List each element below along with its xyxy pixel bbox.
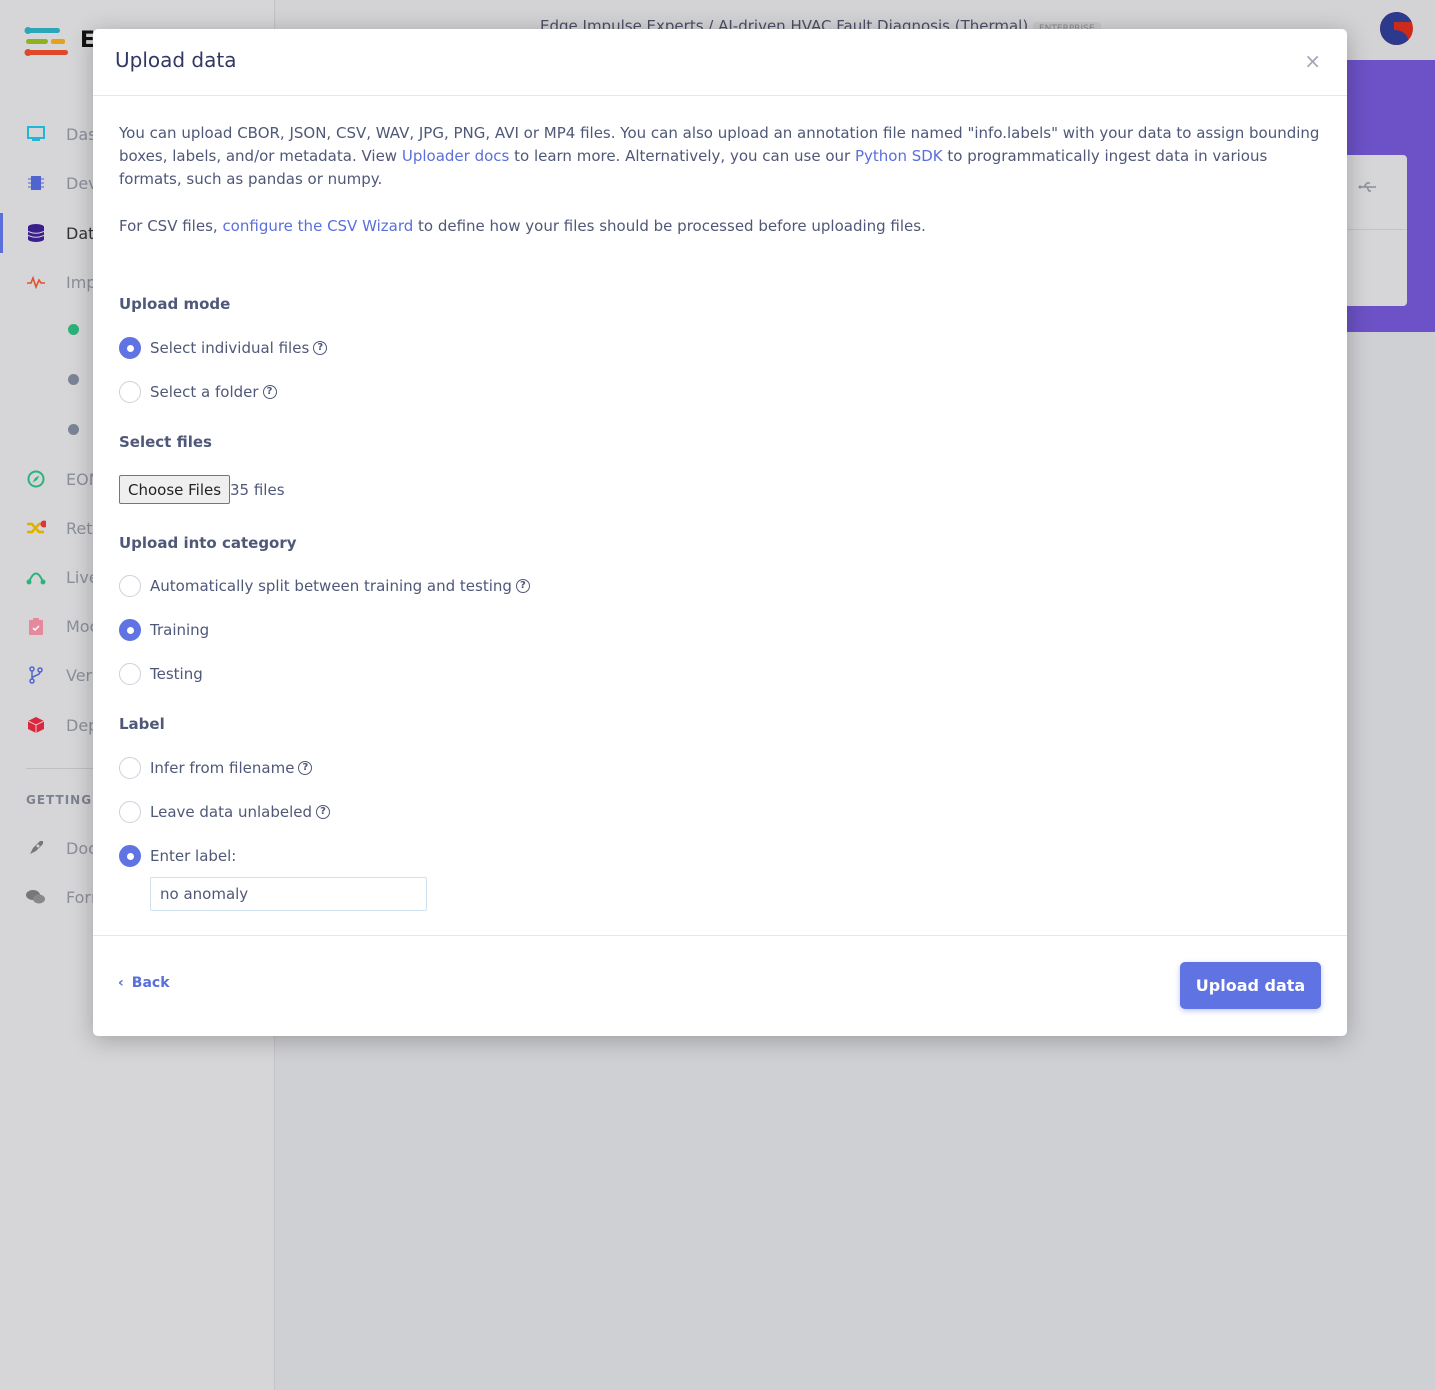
choose-files-button[interactable]: Choose Files	[119, 475, 231, 504]
radio-button[interactable]	[119, 757, 141, 779]
python-sdk-link[interactable]: Python SDK	[855, 147, 943, 165]
impulse-block-dot[interactable]	[68, 374, 79, 385]
uploader-docs-link[interactable]: Uploader docs	[402, 147, 509, 165]
radio-option[interactable]: Leave data unlabeled?	[119, 801, 330, 823]
back-label: Back	[131, 975, 170, 991]
sidebar-item-label: Das	[66, 124, 97, 144]
radio-button[interactable]	[119, 845, 141, 867]
radio-option[interactable]: Infer from filename?	[119, 757, 313, 779]
upload-data-modal: Upload data × You can upload CBOR, JSON,…	[93, 29, 1347, 1036]
modal-body: You can upload CBOR, JSON, CSV, WAV, JPG…	[119, 122, 1321, 911]
radio-label: Testing	[150, 664, 203, 683]
radio-label: Enter label:	[150, 846, 237, 865]
bezier-icon	[26, 567, 46, 587]
label-input[interactable]	[150, 877, 427, 911]
csv-text-1: For CSV files,	[119, 217, 223, 235]
modal-header: Upload data ×	[93, 29, 1347, 96]
branch-icon	[26, 665, 46, 685]
database-icon	[26, 223, 46, 243]
shuffle-icon	[26, 518, 46, 538]
impulse-block-dot[interactable]	[68, 324, 79, 335]
radio-button[interactable]	[119, 337, 141, 359]
radio-option[interactable]: Training	[119, 619, 209, 641]
label-heading: Label	[119, 715, 165, 733]
usb-icon	[1358, 182, 1376, 192]
upload-data-button[interactable]: Upload data	[1180, 962, 1321, 1009]
sidebar-item-label: Imp	[66, 272, 97, 292]
edge-impulse-logo	[24, 27, 68, 56]
intro-text-2: to learn more. Alternatively, you can us…	[509, 147, 855, 165]
help-icon[interactable]: ?	[315, 805, 330, 819]
clipboard-check-icon	[26, 616, 46, 636]
radio-option[interactable]: Testing	[119, 663, 203, 685]
radio-label: Training	[150, 620, 210, 639]
chip-icon	[26, 173, 46, 193]
radio-label: Automatically split between training and…	[150, 576, 512, 595]
radio-button[interactable]	[119, 801, 141, 823]
back-button[interactable]: ‹ Back	[118, 975, 170, 991]
sidebar-item-label: Dat	[66, 223, 95, 243]
help-icon[interactable]: ?	[298, 761, 313, 775]
radio-option[interactable]: Enter label:	[119, 845, 236, 867]
file-count: 35 files	[230, 481, 285, 499]
radio-option[interactable]: Select individual files?	[119, 337, 328, 359]
avatar[interactable]	[1380, 12, 1413, 45]
upload-mode-heading: Upload mode	[119, 295, 231, 313]
cube-icon	[26, 715, 46, 735]
radio-button[interactable]	[119, 619, 141, 641]
radio-label: Select a folder	[150, 382, 259, 401]
select-files-heading: Select files	[119, 433, 212, 451]
help-icon[interactable]: ?	[515, 579, 530, 593]
radio-option[interactable]: Select a folder?	[119, 381, 277, 403]
chevron-left-icon: ‹	[118, 975, 124, 991]
compass-icon	[26, 469, 46, 489]
monitor-icon	[26, 124, 46, 144]
help-icon[interactable]: ?	[262, 385, 277, 399]
radio-label: Infer from filename	[150, 758, 295, 777]
radio-label: Leave data unlabeled	[150, 802, 312, 821]
close-icon[interactable]: ×	[1304, 49, 1321, 73]
modal-footer-divider	[93, 935, 1347, 936]
rocket-icon	[26, 838, 46, 858]
radio-button[interactable]	[119, 381, 141, 403]
radio-button[interactable]	[119, 663, 141, 685]
help-icon[interactable]: ?	[313, 341, 328, 355]
sidebar-item-label: Forı	[66, 887, 96, 907]
impulse-block-dot[interactable]	[68, 424, 79, 435]
modal-title: Upload data	[115, 48, 237, 72]
category-heading: Upload into category	[119, 534, 297, 552]
radio-option[interactable]: Automatically split between training and…	[119, 575, 530, 597]
chat-icon	[26, 887, 46, 907]
radio-button[interactable]	[119, 575, 141, 597]
csv-text: For CSV files, configure the CSV Wizard …	[119, 215, 1321, 238]
pulse-icon	[26, 272, 46, 292]
csv-wizard-link[interactable]: configure the CSV Wizard	[222, 217, 413, 235]
csv-text-2: to define how your files should be proce…	[413, 217, 926, 235]
intro-text: You can upload CBOR, JSON, CSV, WAV, JPG…	[119, 122, 1321, 191]
radio-label: Select individual files	[150, 338, 310, 357]
